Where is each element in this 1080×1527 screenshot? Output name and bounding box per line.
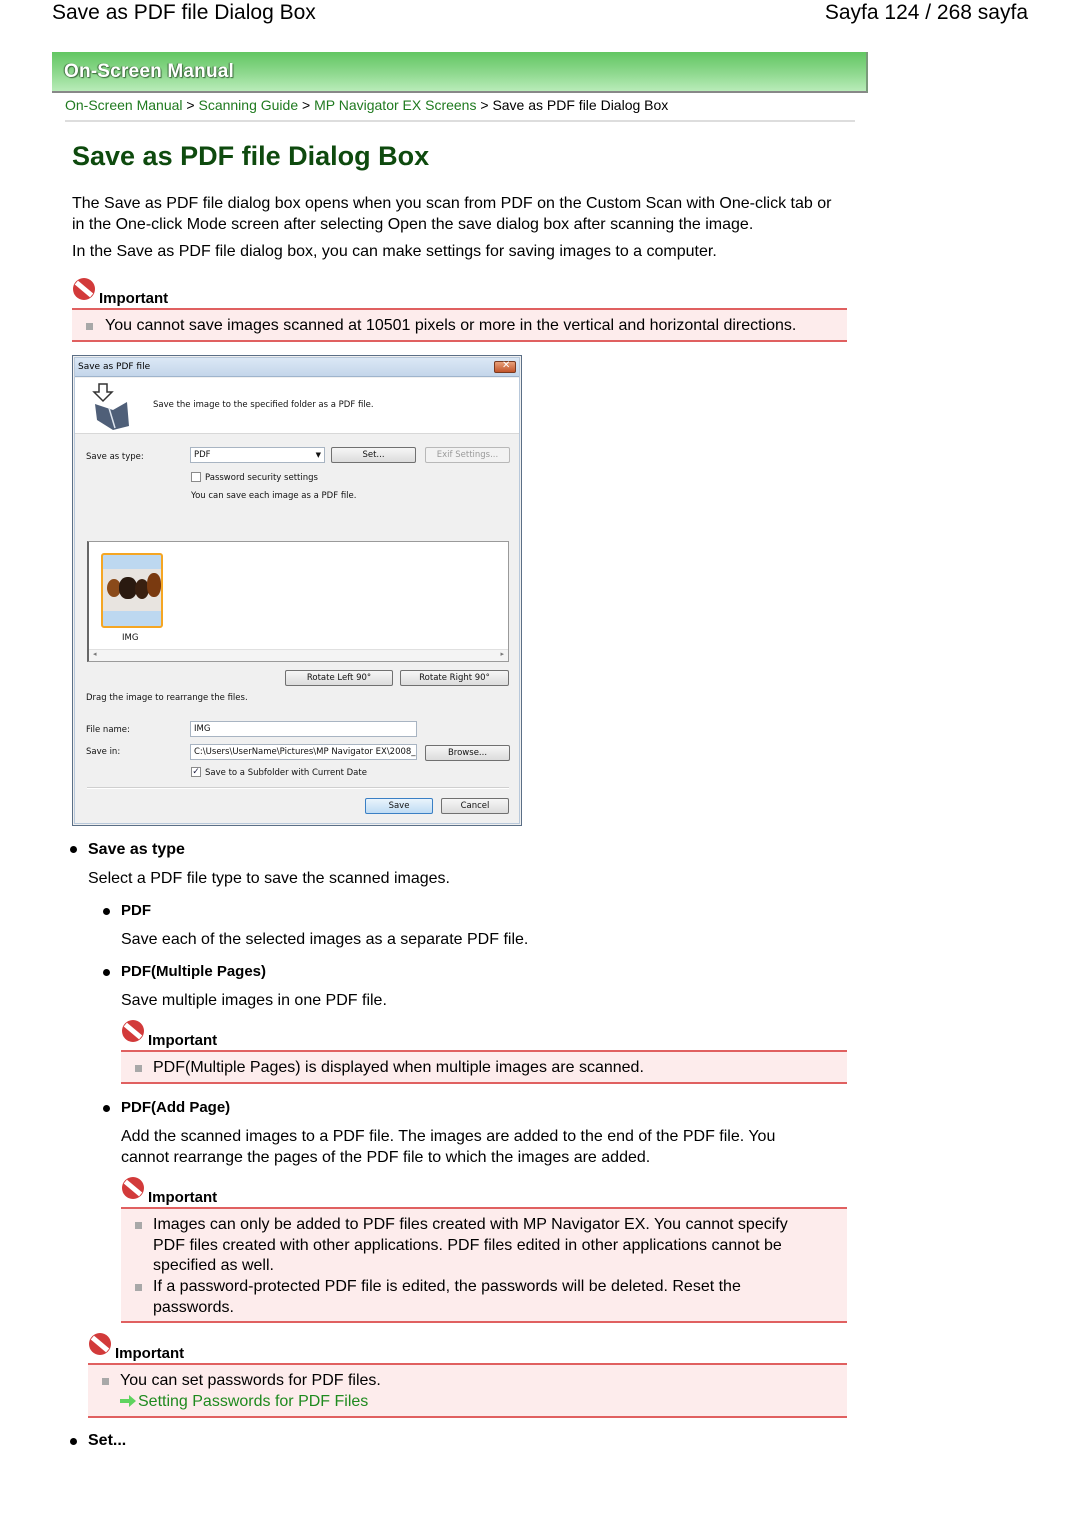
breadcrumb-separator: > [302, 97, 311, 113]
rotate-left-button[interactable]: Rotate Left 90° [285, 670, 393, 686]
prohibited-icon [73, 278, 95, 300]
password-security-label: Password security settings [205, 473, 318, 483]
prohibited-icon [89, 1333, 111, 1355]
save-as-type-label: Save as type: [86, 452, 144, 462]
square-bullet-icon [135, 1222, 142, 1229]
prohibited-icon [122, 1020, 144, 1042]
breadcrumb-mp-navigator-screens[interactable]: MP Navigator EX Screens [314, 97, 476, 113]
thumbnail-label: IMG [122, 633, 139, 643]
intro-paragraph-1: The Save as PDF file dialog box opens wh… [72, 195, 832, 233]
scroll-right-icon[interactable]: ▸ [500, 650, 504, 658]
dialog-title: Save as PDF file [78, 362, 151, 372]
breadcrumb-current: Save as PDF file Dialog Box [492, 97, 669, 113]
save-button[interactable]: Save [365, 798, 433, 814]
breadcrumb-divider [65, 120, 855, 122]
breadcrumb-separator: > [186, 97, 195, 113]
section-heading-set: Set... [88, 1432, 127, 1449]
rotate-right-button[interactable]: Rotate Right 90° [400, 670, 509, 686]
important-text: PDF(Multiple Pages) is displayed when mu… [153, 1059, 644, 1076]
pdf-description: Save each of the selected images as a se… [121, 931, 529, 948]
horizontal-scrollbar[interactable]: ◂ ▸ [89, 649, 508, 661]
bullet-icon [103, 969, 110, 976]
important-box: You cannot save images scanned at 10501 … [72, 308, 847, 342]
important-box: Images can only be added to PDF files cr… [121, 1207, 847, 1323]
subsection-heading-pdf-multiple: PDF(Multiple Pages) [121, 963, 267, 980]
scroll-left-icon[interactable]: ◂ [93, 650, 97, 658]
thumbnail-area: IMG ◂ ▸ [87, 541, 509, 662]
password-security-checkbox[interactable] [191, 472, 201, 482]
close-button[interactable]: ✕ [494, 360, 516, 373]
page-indicator: Sayfa 124 / 268 sayfa [824, 1, 1028, 24]
bullet-icon [103, 908, 110, 915]
intro-paragraph-2: In the Save as PDF file dialog box, you … [72, 243, 717, 260]
subfolder-checkbox[interactable]: ✓ [191, 767, 201, 777]
arrow-right-icon [120, 1395, 136, 1407]
subsection-heading-pdf-add-page: PDF(Add Page) [121, 1099, 231, 1116]
save-as-pdf-dialog: Save as PDF file ✕ Save the image to the… [72, 355, 522, 826]
square-bullet-icon [102, 1378, 109, 1385]
section-heading-save-as-type: Save as type [88, 841, 185, 858]
square-bullet-icon [86, 323, 93, 330]
breadcrumb-scanning-guide[interactable]: Scanning Guide [198, 97, 298, 113]
page-title: Save as PDF file Dialog Box [72, 141, 430, 171]
breadcrumb-separator: > [480, 97, 489, 113]
cancel-button[interactable]: Cancel [441, 798, 509, 814]
file-name-label: File name: [86, 725, 130, 735]
file-name-input[interactable]: IMG [190, 721, 417, 737]
manual-banner: On-Screen Manual [52, 52, 868, 93]
dialog-titlebar: Save as PDF file ✕ [75, 358, 519, 377]
save-in-label: Save in: [86, 747, 121, 757]
save-as-type-description: Select a PDF file type to save the scann… [88, 870, 450, 887]
important-box: PDF(Multiple Pages) is displayed when mu… [121, 1050, 847, 1084]
bullet-icon [70, 846, 77, 853]
page-header-title: Save as PDF file Dialog Box [52, 1, 316, 24]
bullet-icon [103, 1105, 110, 1112]
dogs-photo [103, 569, 161, 611]
breadcrumb: On-Screen Manual > Scanning Guide > MP N… [65, 97, 668, 113]
subsection-heading-pdf: PDF [121, 902, 151, 919]
dialog-header-area: Save the image to the specified folder a… [75, 378, 519, 434]
pdf-multiple-description: Save multiple images in one PDF file. [121, 992, 387, 1009]
setting-passwords-link[interactable]: Setting Passwords for PDF Files [138, 1393, 368, 1410]
save-folder-icon [92, 383, 129, 430]
important-link-row: Setting Passwords for PDF Files [120, 1392, 368, 1413]
important-text: You can set passwords for PDF files. [120, 1372, 381, 1389]
browse-button[interactable]: Browse... [425, 745, 510, 761]
important-box: You can set passwords for PDF files. Set… [88, 1363, 847, 1418]
breadcrumb-on-screen-manual[interactable]: On-Screen Manual [65, 97, 183, 113]
save-as-type-select[interactable]: PDF ▼ [190, 447, 325, 463]
exif-settings-button[interactable]: Exif Settings... [425, 447, 510, 463]
important-text: You cannot save images scanned at 10501 … [105, 317, 797, 334]
close-icon: ✕ [502, 360, 511, 371]
subfolder-label: Save to a Subfolder with Current Date [205, 768, 367, 778]
important-text: Images can only be added to PDF files cr… [153, 1216, 788, 1274]
dialog-divider [87, 787, 509, 789]
set-button[interactable]: Set... [331, 447, 416, 463]
bullet-icon [70, 1438, 77, 1445]
banner-title: On-Screen Manual [64, 61, 235, 82]
chevron-down-icon: ▼ [315, 451, 321, 459]
square-bullet-icon [135, 1284, 142, 1291]
dialog-description: Save the image to the specified folder a… [153, 400, 374, 410]
type-hint: You can save each image as a PDF file. [191, 491, 357, 501]
important-text: If a password-protected PDF file is edit… [153, 1278, 741, 1316]
prohibited-icon [122, 1177, 144, 1199]
checkmark-icon: ✓ [192, 767, 200, 777]
thumbnail-image[interactable] [101, 553, 163, 628]
pdf-add-page-description: Add the scanned images to a PDF file. Th… [121, 1128, 776, 1166]
save-in-input[interactable]: C:\Users\UserName\Pictures\MP Navigator … [190, 744, 417, 760]
square-bullet-icon [135, 1065, 142, 1072]
drag-hint: Drag the image to rearrange the files. [86, 693, 248, 703]
